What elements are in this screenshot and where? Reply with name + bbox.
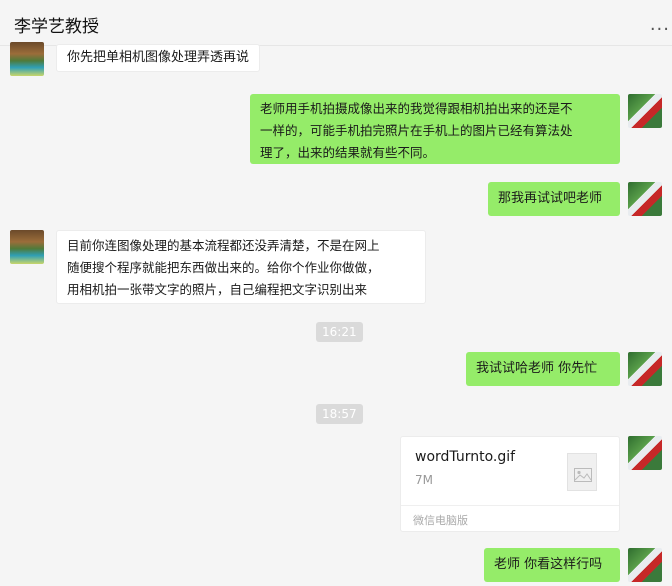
file-source-label: 微信电脑版 xyxy=(413,514,468,527)
my-avatar[interactable] xyxy=(628,548,662,582)
outgoing-message-bubble[interactable]: 我试试哈老师 你先忙 xyxy=(466,352,620,386)
message-text-line: 你先把单相机图像处理弄透再说 xyxy=(67,50,250,65)
message-text-line: 我试试哈老师 你先忙 xyxy=(476,361,598,376)
message-text-line: 用相机拍一张带文字的照片，自己编程把文字识别出来 xyxy=(67,282,368,297)
timestamp: 18:57 xyxy=(316,404,363,424)
outgoing-message-bubble[interactable]: 老师用手机拍摄成像出来的我觉得跟相机拍出来的还是不 一样的，可能手机拍完照片在手… xyxy=(250,94,620,164)
outgoing-message-bubble[interactable]: 那我再试试吧老师 xyxy=(488,182,620,216)
message-text-line: 目前你连图像处理的基本流程都还没弄清楚，不是在网上 xyxy=(67,238,380,253)
my-avatar[interactable] xyxy=(628,352,662,386)
my-avatar[interactable] xyxy=(628,436,662,470)
image-file-icon xyxy=(567,453,597,491)
chat-title: 李学艺教授 xyxy=(14,17,99,37)
outgoing-message-bubble[interactable]: 老师 你看这样行吗 xyxy=(484,548,620,582)
file-message-card[interactable]: wordTurnto.gif 7M 微信电脑版 xyxy=(400,436,620,532)
timestamp: 16:21 xyxy=(316,322,363,342)
file-size: 7M xyxy=(415,473,433,487)
message-text-line: 老师 你看这样行吗 xyxy=(494,557,603,572)
message-text-line: 理了，出来的结果就有些不同。 xyxy=(260,145,436,160)
more-options-icon[interactable]: ... xyxy=(650,14,670,35)
my-avatar[interactable] xyxy=(628,182,662,216)
file-name: wordTurnto.gif xyxy=(415,449,516,465)
chat-header: 李学艺教授 ... xyxy=(0,0,672,46)
message-text-line: 那我再试试吧老师 xyxy=(498,191,603,206)
message-text-line: 一样的，可能手机拍完照片在手机上的图片已经有算法处 xyxy=(260,123,573,138)
contact-avatar[interactable] xyxy=(10,230,44,264)
my-avatar[interactable] xyxy=(628,94,662,128)
message-text-line: 随便搜个程序就能把东西做出来的。给你个作业你做做， xyxy=(67,260,380,275)
incoming-message-bubble[interactable]: 你先把单相机图像处理弄透再说 xyxy=(56,44,261,72)
file-card-divider xyxy=(401,505,619,506)
contact-avatar[interactable] xyxy=(10,42,44,76)
incoming-message-bubble[interactable]: 目前你连图像处理的基本流程都还没弄清楚，不是在网上 随便搜个程序就能把东西做出来… xyxy=(56,230,426,304)
message-text-line: 老师用手机拍摄成像出来的我觉得跟相机拍出来的还是不 xyxy=(260,101,573,116)
